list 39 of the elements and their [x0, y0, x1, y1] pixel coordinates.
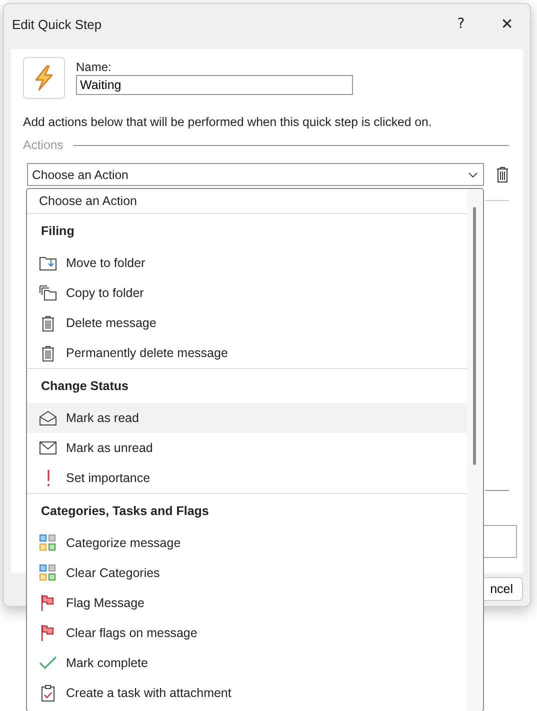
trash-icon [39, 344, 57, 362]
action-dropdown[interactable]: Choose an Action [27, 163, 484, 186]
menu-item[interactable]: Delete message [27, 308, 467, 338]
trash-icon [39, 314, 57, 332]
menu-item[interactable]: Permanently delete message [27, 338, 467, 368]
open-envelope-icon [39, 410, 57, 426]
envelope-icon [39, 441, 57, 455]
menu-item[interactable]: Clear flags on message [27, 618, 467, 648]
menu-item[interactable]: Mark as unread [27, 433, 467, 463]
name-field[interactable]: Waiting [76, 75, 353, 95]
menu-item[interactable]: Copy to folder [27, 278, 467, 308]
copy-icon [39, 285, 57, 301]
folder-arrow-icon [39, 255, 57, 271]
close-button[interactable]: ✕ [484, 7, 530, 41]
checkmark-icon [39, 656, 57, 670]
window-title: Edit Quick Step [12, 16, 103, 32]
categories-icon [39, 534, 57, 552]
help-button[interactable]: ? [438, 7, 484, 41]
group-heading: Filing [40, 223, 76, 240]
exclamation-icon [47, 469, 50, 487]
delete-icon[interactable] [496, 166, 509, 183]
actions-legend: Actions [23, 138, 64, 152]
name-label: Name: [76, 60, 112, 74]
chevron-icon [468, 172, 478, 178]
categories-icon [39, 564, 57, 582]
menu-item[interactable]: Categorize message [27, 528, 467, 558]
group-heading: Categories, Tasks and Flags [40, 503, 210, 520]
menu-item[interactable]: Set importance [27, 463, 467, 493]
lightning-icon [23, 57, 65, 99]
menu-item[interactable]: Clear Categories [27, 558, 467, 588]
description-text: Add actions below that will be performed when this quick step is clicked on. [23, 115, 433, 129]
menu-item[interactable]: Flag Message [27, 588, 467, 618]
menu-item[interactable]: Move to folder [27, 248, 467, 278]
menu-item[interactable]: Mark as read [27, 403, 467, 433]
group-heading: Change Status [40, 378, 130, 395]
menu-item[interactable]: Create a task with attachment [27, 678, 467, 708]
menu-item[interactable]: Mark complete [27, 648, 467, 678]
clipboard-icon [39, 684, 57, 702]
menu-item[interactable]: Choose an Action [27, 189, 467, 214]
